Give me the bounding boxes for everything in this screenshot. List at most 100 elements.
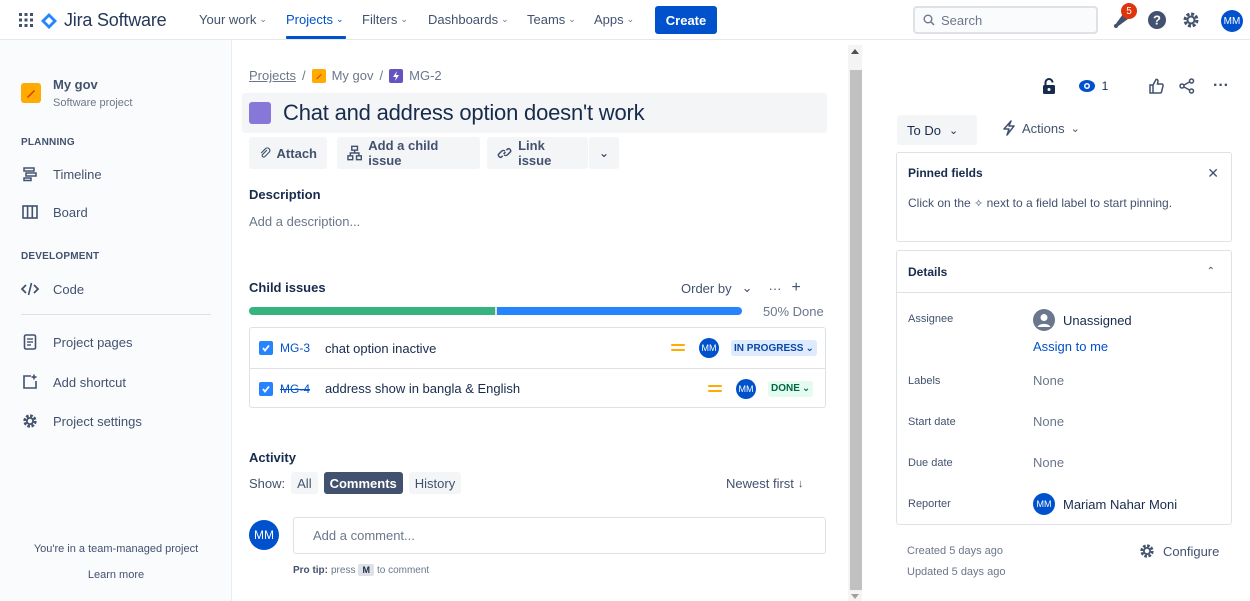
start-date-field[interactable]: None (1033, 414, 1064, 429)
assignee-field[interactable]: Unassigned (1033, 309, 1132, 331)
nav-dashboards[interactable]: Dashboards ⌄ (428, 12, 509, 27)
search-input[interactable]: Search (913, 6, 1098, 34)
status-dropdown[interactable]: IN PROGRESS ⌄ (731, 340, 817, 356)
sidebar-item-project-settings[interactable]: Project settings (21, 412, 142, 430)
list-item[interactable]: MG-4 address show in bangla & English MM… (250, 368, 825, 408)
filter-all[interactable]: All (291, 472, 318, 494)
filter-history[interactable]: History (408, 472, 462, 494)
issue-title-field[interactable]: Chat and address option doesn't work (242, 93, 827, 133)
chevron-down-icon: ⌄ (400, 14, 408, 24)
svg-text:?: ? (1153, 13, 1161, 28)
chevron-down-icon: ⌄ (948, 124, 959, 137)
user-avatar[interactable]: MM (1221, 10, 1243, 32)
pinned-fields-help: Click on the ✧ next to a field label to … (908, 196, 1173, 210)
scrollbar-thumb[interactable] (850, 70, 862, 590)
lock-icon[interactable] (1039, 76, 1059, 96)
team-managed-notice: You're in a team-managed project (33, 543, 199, 555)
share-icon[interactable] (1177, 76, 1197, 96)
progress-percent: 50% Done (763, 304, 824, 319)
development-section-label: DEVELOPMENT (21, 251, 100, 262)
reporter-field[interactable]: MM Mariam Nahar Moni (1033, 493, 1177, 515)
app-switcher-icon[interactable] (19, 13, 33, 27)
project-name[interactable]: My gov (53, 77, 98, 92)
description-input[interactable]: Add a description... (249, 214, 360, 229)
sidebar-item-board[interactable]: Board (21, 203, 88, 221)
details-header[interactable]: Details ⌃ (897, 251, 1231, 293)
sidebar-item-code[interactable]: Code (21, 280, 84, 298)
chevron-up-icon: ⌃ (1206, 266, 1215, 277)
subtask-checkbox-icon (259, 341, 273, 355)
progress-done-segment (249, 307, 495, 315)
link-issue-button[interactable]: Link issue (487, 137, 588, 169)
nav-filters[interactable]: Filters ⌄ (362, 12, 408, 27)
child-issue-summary[interactable]: address show in bangla & English (325, 381, 520, 396)
comment-input[interactable]: Add a comment... (293, 517, 826, 554)
labels-field[interactable]: None (1033, 373, 1064, 388)
scroll-down-arrow-icon[interactable] (851, 594, 859, 599)
jira-logo[interactable]: Jira Software (40, 10, 167, 31)
more-actions-dropdown[interactable]: ⌄ (589, 137, 619, 169)
breadcrumb-issue-key[interactable]: MG-2 (409, 68, 442, 83)
sort-order-button[interactable]: Newest first ↓ (726, 476, 803, 491)
chevron-down-icon: ⌄ (805, 342, 814, 354)
start-date-label: Start date (908, 416, 956, 428)
pin-icon: ✧ (974, 198, 984, 210)
description-label: Description (249, 187, 321, 202)
due-date-field[interactable]: None (1033, 455, 1064, 470)
top-navigation: Jira Software Your work ⌄ Projects ⌄ Filte… (0, 0, 1250, 40)
sidebar-item-project-pages[interactable]: Project pages (21, 333, 133, 351)
document-icon (21, 333, 39, 351)
breadcrumb-projects[interactable]: Projects (249, 68, 296, 83)
unassigned-avatar-icon (1033, 309, 1055, 331)
more-options-icon[interactable]: ··· (1211, 76, 1231, 96)
child-issue-key[interactable]: MG-3 (280, 341, 310, 355)
planning-section-label: PLANNING (21, 137, 75, 148)
child-issue-summary[interactable]: chat option inactive (325, 341, 436, 356)
code-icon (21, 280, 39, 298)
epic-icon (389, 68, 404, 83)
nav-projects[interactable]: Projects ⌄ (286, 12, 344, 27)
like-icon[interactable] (1146, 76, 1166, 96)
chevron-down-icon: ⌄ (626, 14, 635, 24)
sidebar-item-timeline[interactable]: Timeline (21, 165, 102, 183)
breadcrumb-project[interactable]: My gov (332, 68, 374, 83)
assignee-avatar: MM (699, 338, 719, 358)
subtask-checkbox-icon (259, 381, 273, 396)
assign-to-me-link[interactable]: Assign to me (1033, 339, 1108, 354)
watch-button[interactable]: 1 (1076, 76, 1110, 96)
order-by-control[interactable]: Order by ⌄ ··· + (681, 279, 801, 297)
more-icon[interactable]: ··· (768, 281, 781, 296)
configure-button[interactable]: Configure (1139, 543, 1219, 559)
nav-your-work[interactable]: Your work ⌄ (199, 12, 267, 27)
child-issue-key[interactable]: MG-4 (280, 382, 310, 396)
nav-apps[interactable]: Apps ⌄ (594, 12, 634, 27)
eye-icon (1078, 80, 1095, 92)
gear-icon (21, 412, 39, 430)
help-icon[interactable]: ? (1146, 9, 1168, 31)
status-dropdown[interactable]: DONE ⌄ (768, 380, 814, 397)
nav-teams[interactable]: Teams ⌄ (527, 12, 576, 27)
create-button[interactable]: Create (655, 6, 717, 34)
status-transition-button[interactable]: To Do ⌄ (897, 115, 977, 145)
jira-diamond-icon (41, 12, 57, 29)
chevron-down-icon: ⌄ (741, 280, 753, 295)
active-nav-indicator (286, 36, 346, 39)
add-child-issue-button[interactable]: Add a child issue (337, 137, 480, 169)
add-child-icon[interactable]: + (791, 279, 800, 297)
actions-button[interactable]: Actions ⌄ (1002, 120, 1080, 136)
chevron-down-icon: ⌄ (259, 14, 267, 24)
reporter-label: Reporter (908, 498, 951, 510)
child-issues-list: MG-3 chat option inactive MM IN PROGRESS… (249, 327, 826, 408)
list-item[interactable]: MG-3 chat option inactive MM IN PROGRESS… (250, 328, 825, 368)
project-sidebar: My gov Software project PLANNING Timelin… (0, 40, 232, 601)
learn-more-link[interactable]: Learn more (0, 569, 232, 581)
attach-button[interactable]: Attach (249, 137, 327, 169)
scroll-up-arrow-icon[interactable] (851, 49, 859, 54)
filter-comments[interactable]: Comments (323, 472, 403, 494)
sidebar-item-add-shortcut[interactable]: Add shortcut (21, 373, 126, 391)
board-icon (21, 203, 39, 221)
progress-in-progress-segment (497, 307, 742, 315)
pinned-fields-panel: Pinned fields ✕ Click on the ✧ next to a… (896, 152, 1232, 242)
close-icon[interactable]: ✕ (1207, 165, 1219, 182)
settings-gear-icon[interactable] (1180, 9, 1202, 31)
